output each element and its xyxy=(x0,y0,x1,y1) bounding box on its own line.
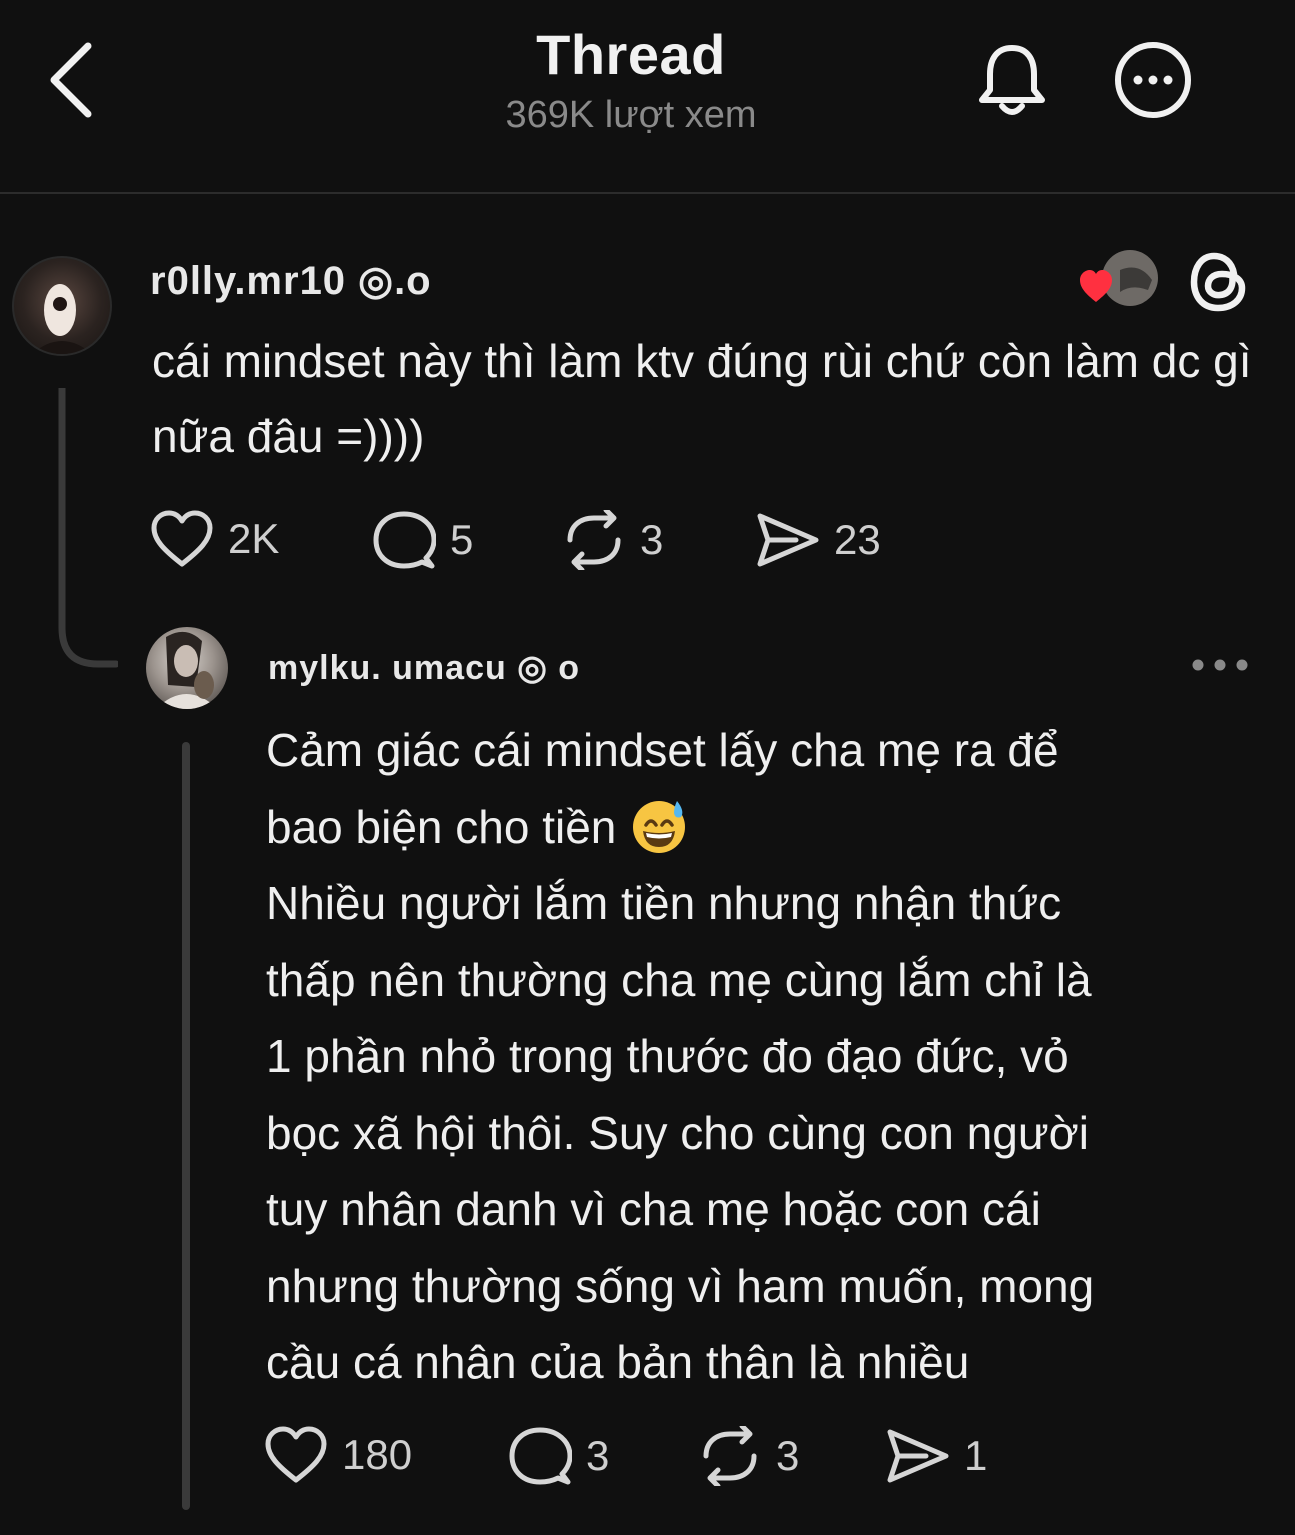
share-button[interactable]: 23 xyxy=(756,510,881,570)
like-button[interactable]: 2K xyxy=(150,510,279,568)
reply-repost-count: 3 xyxy=(776,1432,800,1479)
repost-count: 3 xyxy=(640,516,664,563)
more-options-icon[interactable] xyxy=(1110,40,1196,126)
send-icon xyxy=(757,513,819,567)
reply-share-button[interactable]: 1 xyxy=(886,1426,987,1486)
reply-avatar[interactable] xyxy=(146,627,228,709)
grinning-sweat-emoji-icon xyxy=(633,800,686,853)
reply-text-line: cầu cá nhân của bản thân là nhiều xyxy=(266,1336,970,1388)
reply-text-line: tuy nhân danh vì cha mẹ hoặc con cái xyxy=(266,1183,1041,1235)
comment-icon xyxy=(373,511,436,569)
reply-text-line: Cảm giác cái mindset lấy cha mẹ ra để xyxy=(266,724,1059,776)
send-icon xyxy=(887,1429,949,1483)
reply-thread-line xyxy=(182,742,190,1510)
share-count: 23 xyxy=(834,516,881,563)
comment-button[interactable]: 5 xyxy=(372,510,473,570)
post-text: cái mindset này thì làm ktv đúng rùi chứ… xyxy=(152,335,1252,462)
reply-like-button[interactable]: 180 xyxy=(264,1426,412,1484)
liked-by-badge-icon xyxy=(1080,250,1158,306)
reply-text-line: 1 phần nhỏ trong thước đo đạo đức, vỏ xyxy=(266,1030,1069,1082)
reply-repost-button[interactable]: 3 xyxy=(698,1426,799,1486)
avatar[interactable] xyxy=(12,256,112,356)
repost-icon xyxy=(703,1426,757,1486)
post-username[interactable]: r0lly.mr10 ◎.o xyxy=(150,258,432,304)
repost-icon xyxy=(567,510,621,570)
thread-connector-line xyxy=(58,388,118,668)
reply-text-line: Nhiều người lắm tiền nhưng nhận thức xyxy=(266,877,1062,929)
like-count: 2K xyxy=(228,515,280,562)
reply-more-icon[interactable] xyxy=(1190,648,1250,682)
comment-icon xyxy=(509,1427,572,1485)
reply-comment-count: 3 xyxy=(586,1432,610,1479)
reply-text-line: bao biện cho tiền xyxy=(266,789,1266,866)
heart-icon xyxy=(151,510,213,567)
comment-count: 5 xyxy=(450,516,474,563)
reply-text-line: bọc xã hội thôi. Suy cho cùng con người xyxy=(266,1106,1090,1159)
reply-like-count: 180 xyxy=(342,1431,413,1478)
reply-username[interactable]: mylku. umacu ◎ o xyxy=(268,648,580,688)
reply-share-count: 1 xyxy=(964,1432,988,1479)
header-divider xyxy=(0,192,1295,194)
bell-icon[interactable] xyxy=(970,38,1054,122)
heart-icon xyxy=(265,1426,327,1483)
threads-logo-icon[interactable] xyxy=(1188,248,1250,314)
view-count: 369K lượt xem xyxy=(505,94,757,136)
reply-text-line: thấp nên thường cha mẹ cùng lắm chỉ là xyxy=(266,953,1092,1006)
reply-text-line: nhưng thường sống vì ham muốn, mong xyxy=(266,1259,1095,1312)
page-title: Thread xyxy=(536,23,726,86)
repost-button[interactable]: 3 xyxy=(562,510,663,570)
reply-comment-button[interactable]: 3 xyxy=(508,1426,609,1486)
reply-text: Cảm giác cái mindset lấy cha mẹ ra để ba… xyxy=(266,712,1266,1401)
